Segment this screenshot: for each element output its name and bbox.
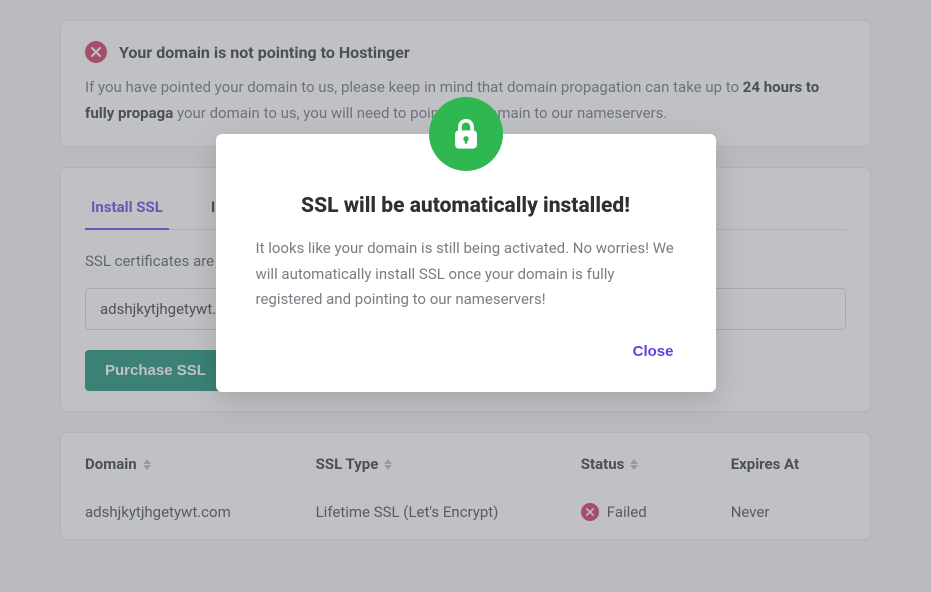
- modal-overlay[interactable]: SSL will be automatically installed! It …: [0, 0, 931, 592]
- close-button[interactable]: Close: [631, 337, 676, 366]
- lock-icon: [429, 97, 503, 171]
- ssl-success-modal: SSL will be automatically installed! It …: [216, 134, 716, 392]
- modal-actions: Close: [256, 337, 676, 366]
- modal-body: It looks like your domain is still being…: [256, 236, 676, 313]
- modal-title: SSL will be automatically installed!: [256, 194, 676, 218]
